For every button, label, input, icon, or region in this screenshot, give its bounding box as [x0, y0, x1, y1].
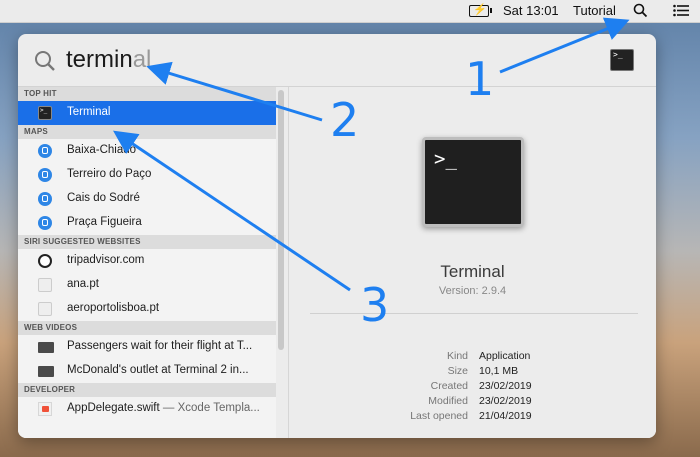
result-item[interactable]: Terreiro do Paço: [18, 163, 276, 187]
menu-bar: ⚡ Sat 13:01 Tutorial: [0, 0, 700, 23]
metadata-row: Last opened 21/04/2019: [289, 410, 656, 425]
result-title: AppDelegate.swift: [67, 402, 160, 414]
section-header: WEB VIDEOS: [18, 321, 276, 335]
preview-metadata: Kind Application Size 10,1 MB Created 23/02/2…: [289, 350, 656, 425]
result-item[interactable]: Baixa-Chiado: [18, 139, 276, 163]
terminal-icon: >_: [38, 106, 52, 120]
results-scrollbar[interactable]: [278, 90, 284, 350]
tripadvisor-icon: [38, 254, 52, 268]
result-item[interactable]: aeroportolisboa.pt: [18, 297, 276, 321]
metadata-row: Created 23/02/2019: [289, 380, 656, 395]
metadata-key: Created: [430, 380, 468, 392]
section-header: TOP HIT: [18, 87, 276, 101]
results-list: TOP HIT >_ Terminal MAPS Baixa-Chiado Terreir…: [18, 87, 276, 438]
query-completion-text: al: [132, 46, 152, 73]
result-label: Terminal: [67, 106, 110, 118]
result-label: AppDelegate.swift — Xcode Templa...: [67, 402, 260, 414]
spotlight-search-row: terminal >_: [18, 34, 656, 87]
result-label: tripadvisor.com: [67, 254, 144, 266]
metadata-value: 23/02/2019: [479, 395, 532, 407]
spotlight-search-icon[interactable]: [633, 3, 648, 18]
menu-bar-user[interactable]: Tutorial: [573, 3, 616, 18]
result-item[interactable]: Cais do Sodré: [18, 187, 276, 211]
website-icon: [38, 302, 52, 316]
metadata-key: Last opened: [410, 410, 468, 422]
result-title: tripadvisor.com: [67, 254, 145, 266]
result-item[interactable]: ana.pt: [18, 273, 276, 297]
result-label: Passengers wait for their flight at T...: [67, 340, 252, 352]
result-item[interactable]: AppDelegate.swift — Xcode Templa...: [18, 397, 276, 421]
result-title: Passengers wait for their flight at T...: [67, 340, 253, 352]
annotation-label-3: 3: [360, 278, 390, 332]
metadata-row: Kind Application: [289, 350, 656, 365]
result-label: aeroportolisboa.pt: [67, 302, 159, 314]
spotlight-search-input[interactable]: terminal: [66, 46, 151, 74]
transit-icon: [38, 192, 52, 206]
result-title: McDonald's outlet at Terminal 2 in...: [67, 364, 249, 376]
terminal-large-icon: >_: [422, 137, 524, 227]
query-typed-text: termin: [66, 46, 133, 73]
website-icon: [38, 278, 52, 292]
result-subtitle: — Xcode Templa...: [162, 402, 260, 414]
notification-center-icon[interactable]: [673, 4, 689, 17]
transit-icon: [38, 168, 52, 182]
menu-bar-clock[interactable]: Sat 13:01: [503, 3, 559, 18]
transit-icon: [38, 216, 52, 230]
result-title: Terreiro do Paço: [67, 168, 152, 180]
result-title: Baixa-Chiado: [67, 144, 137, 156]
swift-file-icon: [38, 402, 52, 416]
result-label: Terreiro do Paço: [67, 168, 151, 180]
result-item[interactable]: Passengers wait for their flight at T...: [18, 335, 276, 359]
result-item[interactable]: >_ Terminal: [18, 101, 276, 125]
video-thumbnail-icon: [38, 342, 54, 353]
metadata-row: Modified 23/02/2019: [289, 395, 656, 410]
result-label: Praça Figueira: [67, 216, 142, 228]
section-header: SIRI SUGGESTED WEBSITES: [18, 235, 276, 249]
metadata-value: Application: [479, 350, 531, 362]
result-title: ana.pt: [67, 278, 99, 290]
result-item[interactable]: tripadvisor.com: [18, 249, 276, 273]
preview-app-version: Version: 2.9.4: [438, 285, 507, 297]
battery-charging-icon[interactable]: ⚡: [469, 4, 492, 17]
preview-app-name: Terminal: [440, 262, 505, 281]
terminal-icon: >_: [610, 49, 634, 71]
annotation-label-2: 2: [330, 93, 360, 147]
metadata-value: 23/02/2019: [479, 380, 532, 392]
result-label: Cais do Sodré: [67, 192, 140, 204]
section-header: DEVELOPER: [18, 383, 276, 397]
metadata-key: Modified: [428, 395, 468, 407]
result-title: Praça Figueira: [67, 216, 142, 228]
result-label: Baixa-Chiado: [67, 144, 136, 156]
section-header: MAPS: [18, 125, 276, 139]
annotation-label-1: 1: [465, 52, 495, 106]
metadata-key: Size: [447, 365, 468, 377]
video-thumbnail-icon: [38, 366, 54, 377]
search-icon: [35, 51, 55, 71]
result-title: Cais do Sodré: [67, 192, 140, 204]
result-title: Terminal: [67, 106, 111, 118]
result-title: aeroportolisboa.pt: [67, 302, 160, 314]
metadata-key: Kind: [446, 350, 468, 362]
result-label: McDonald's outlet at Terminal 2 in...: [67, 364, 249, 376]
result-item[interactable]: Praça Figueira: [18, 211, 276, 235]
metadata-value: 10,1 MB: [479, 365, 519, 377]
metadata-row: Size 10,1 MB: [289, 365, 656, 380]
result-item[interactable]: McDonald's outlet at Terminal 2 in...: [18, 359, 276, 383]
metadata-value: 21/04/2019: [479, 410, 532, 422]
transit-icon: [38, 144, 52, 158]
result-label: ana.pt: [67, 278, 99, 290]
